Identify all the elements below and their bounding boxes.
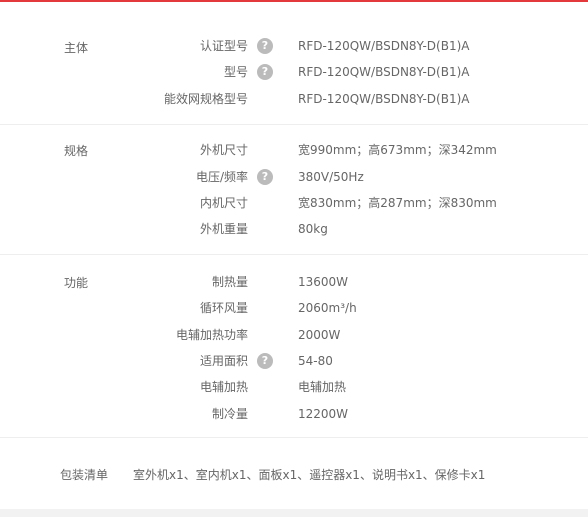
spec-value: 宽990mm；高673mm；深342mm	[298, 143, 497, 157]
spec-row: 外机尺寸 宽990mm；高673mm；深342mm	[0, 140, 588, 160]
spec-value: 13600W	[298, 275, 349, 289]
help-icon[interactable]: ?	[257, 38, 273, 54]
spec-value: 电辅加热	[298, 380, 347, 394]
spec-label: 认证型号	[199, 39, 248, 53]
help-icon[interactable]: ?	[257, 169, 273, 185]
spec-row: 内机尺寸 宽830mm；高287mm；深830mm	[0, 193, 588, 213]
spec-label: 型号	[223, 65, 248, 79]
package-list-value: 室外机x1、室内机x1、面板x1、遥控器x1、说明书x1、保修卡x1	[133, 468, 486, 482]
package-list-title: 包装清单	[60, 468, 109, 482]
bottom-divider	[0, 509, 588, 517]
spec-row: 型号 ? RFD-120QW/BSDN8Y-D(B1)A	[0, 62, 588, 82]
spec-value: RFD-120QW/BSDN8Y-D(B1)A	[298, 39, 470, 53]
spec-label: 循环风量	[199, 301, 248, 315]
spec-label: 适用面积	[199, 354, 248, 368]
spec-label: 电辅加热	[199, 380, 248, 394]
spec-row: 电辅加热 电辅加热	[0, 377, 588, 397]
spec-row: 电压/频率 ? 380V/50Hz	[0, 167, 588, 187]
spec-row: 外机重量 80kg	[0, 219, 588, 239]
spec-row: 认证型号 ? RFD-120QW/BSDN8Y-D(B1)A	[0, 36, 588, 56]
spec-value: 380V/50Hz	[298, 170, 364, 184]
help-icon[interactable]: ?	[257, 353, 273, 369]
spec-label: 外机尺寸	[199, 143, 248, 157]
help-icon[interactable]: ?	[257, 64, 273, 80]
spec-value: 宽830mm；高287mm；深830mm	[298, 196, 497, 210]
spec-section-main: 主体 认证型号 ? RFD-120QW/BSDN8Y-D(B1)A 型号 ? R…	[0, 2, 588, 125]
spec-label: 外机重量	[199, 222, 248, 236]
spec-row: 循环风量 2060m³/h	[0, 298, 588, 318]
spec-label: 能效网规格型号	[163, 92, 248, 106]
spec-value: 80kg	[298, 222, 328, 236]
spec-label: 内机尺寸	[199, 196, 248, 210]
spec-row: 能效网规格型号 RFD-120QW/BSDN8Y-D(B1)A	[0, 89, 588, 109]
spec-value: 54-80	[298, 354, 333, 368]
spec-section-specs: 规格 外机尺寸 宽990mm；高673mm；深342mm 电压/频率 ? 380…	[0, 125, 588, 255]
spec-row: 制冷量 12200W	[0, 404, 588, 424]
spec-label: 制热量	[211, 275, 248, 289]
spec-value: 12200W	[298, 407, 349, 421]
spec-row: 电辅加热功率 2000W	[0, 325, 588, 345]
spec-label: 电压/频率	[195, 170, 248, 184]
spec-section-functions: 功能 制热量 13600W 循环风量 2060m³/h 电辅加热功率 2000W…	[0, 255, 588, 438]
spec-value: 2060m³/h	[298, 301, 357, 315]
spec-value: RFD-120QW/BSDN8Y-D(B1)A	[298, 92, 470, 106]
spec-label: 制冷量	[211, 407, 248, 421]
spec-row: 适用面积 ? 54-80	[0, 351, 588, 371]
spec-row: 制热量 13600W	[0, 272, 588, 292]
spec-value: 2000W	[298, 328, 341, 342]
spec-value: RFD-120QW/BSDN8Y-D(B1)A	[298, 65, 470, 79]
spec-label: 电辅加热功率	[175, 328, 248, 342]
